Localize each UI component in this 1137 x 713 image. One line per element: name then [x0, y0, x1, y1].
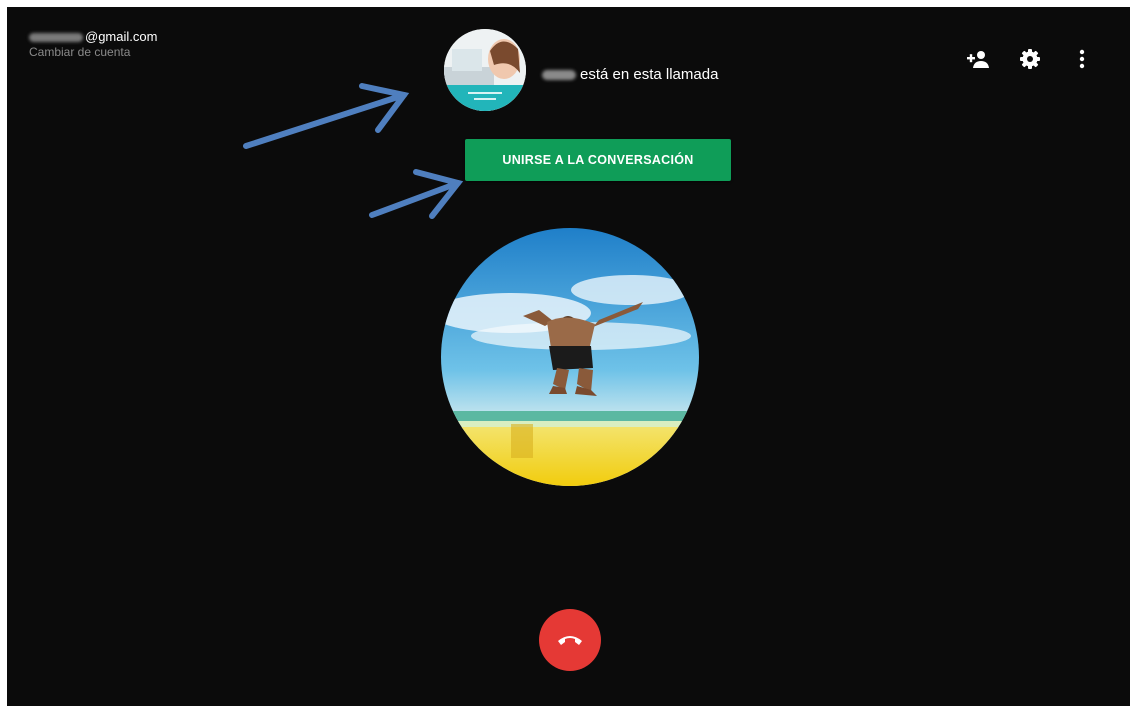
caller-avatar — [444, 29, 526, 111]
account-email-domain: @gmail.com — [85, 29, 158, 44]
blurred-username — [29, 33, 83, 43]
blurred-caller-name — [542, 69, 576, 80]
self-video-preview — [441, 228, 699, 486]
caller-info: está en esta llamada — [444, 29, 718, 111]
join-conversation-button[interactable]: UNIRSE A LA CONVERSACIÓN — [465, 139, 731, 181]
gear-icon[interactable] — [1018, 47, 1042, 71]
caller-status-text: está en esta llamada — [580, 65, 719, 83]
account-email: @gmail.com — [29, 29, 157, 45]
call-screen: @gmail.com Cambiar de cuenta está en est… — [7, 7, 1130, 706]
top-actions — [938, 47, 1094, 71]
switch-account-link[interactable]: Cambiar de cuenta — [29, 45, 157, 60]
add-person-icon[interactable] — [966, 47, 990, 71]
caller-status: está en esta llamada — [542, 66, 718, 83]
self-video-image — [441, 228, 699, 486]
more-vert-icon[interactable] — [1070, 47, 1094, 71]
account-info[interactable]: @gmail.com Cambiar de cuenta — [29, 29, 157, 60]
phone-hangup-icon — [558, 636, 582, 645]
hangup-button[interactable] — [539, 609, 601, 671]
caller-avatar-photo — [444, 29, 526, 111]
